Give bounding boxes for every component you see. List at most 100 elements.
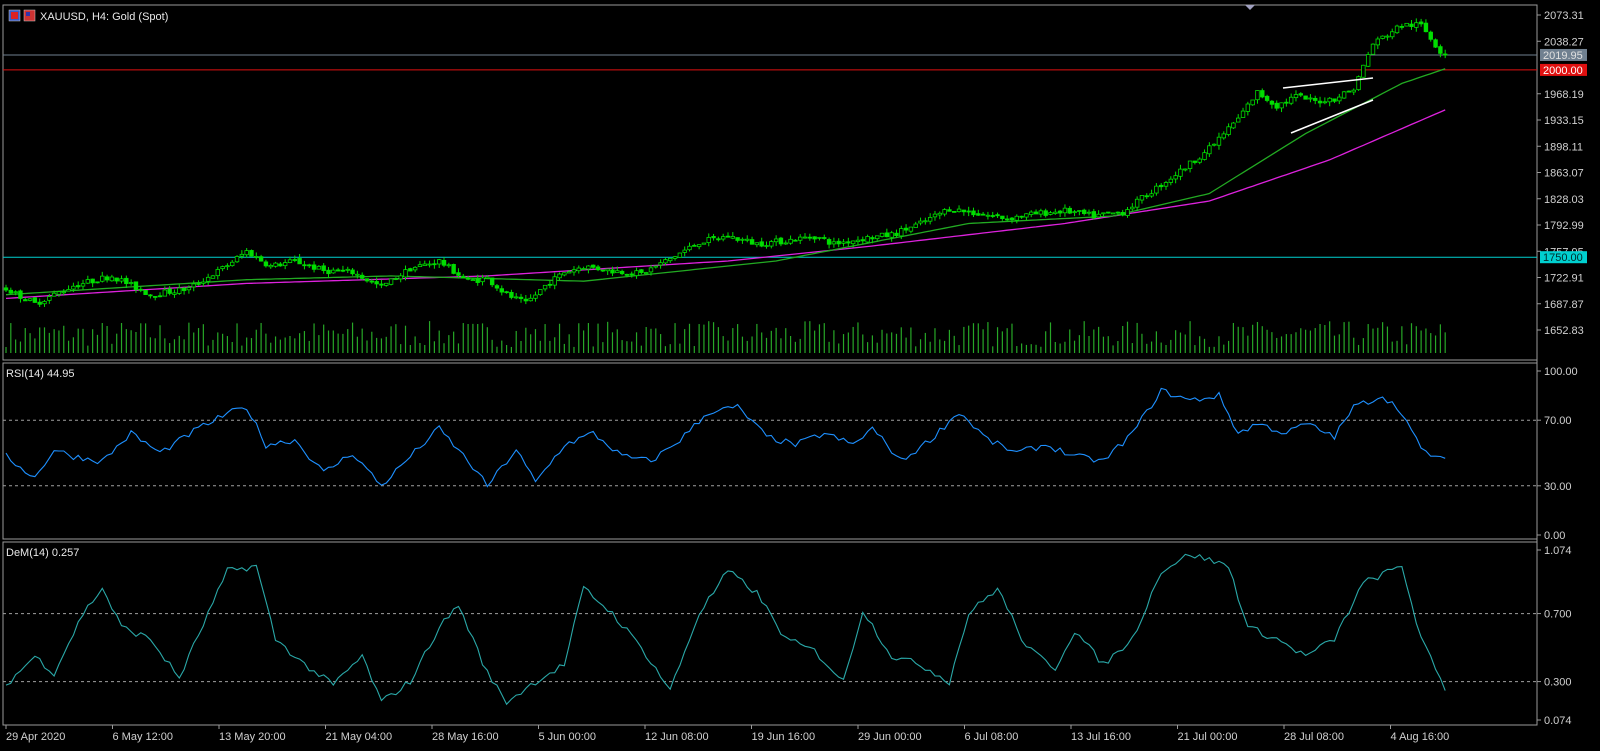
candle-body [518,296,524,299]
rsi-label: RSI(14) 44.95 [6,368,74,380]
candle-body [783,242,788,245]
price-axis-label: 1722.91 [1544,273,1584,285]
x-axis-label: 29 Jun 00:00 [858,731,922,743]
candle-body [1322,101,1328,104]
candle-body [1101,212,1106,215]
candle-body [696,244,702,248]
candle-body [191,283,196,288]
candle-body [1380,35,1385,39]
candle-body [1390,31,1395,38]
candle-body [1346,90,1352,93]
dem-panel-frame [2,541,1538,726]
price-axis-label: 1898.11 [1544,141,1583,153]
candle-body [1370,43,1376,55]
candle-body [932,213,938,218]
candle-body [1178,168,1183,177]
candle-body [268,264,273,268]
price-axis-label: 1792.99 [1544,220,1584,232]
candle-body [745,238,750,241]
candle-body [153,296,158,298]
candle-body [985,214,991,217]
candle-body [1033,211,1039,215]
candle-body [879,232,885,237]
chart-canvas[interactable]: XAUUSD, H4: Gold (Spot) 2073.31 2038.27 19… [0,0,1600,746]
candle-body [1053,211,1058,214]
candle-body [687,245,692,251]
x-axis-label: 6 Jul 08:00 [965,731,1019,743]
candle-body [855,239,861,243]
candle-body [639,269,644,273]
candle-body [1423,22,1429,33]
candle-body [1399,26,1405,28]
candle-body [302,264,307,267]
candle-body [51,292,57,297]
candle-body [441,259,447,266]
candle-body [499,288,504,293]
candle-body [1202,152,1207,160]
candle-body [562,272,567,276]
candle-body [716,238,721,241]
candle-body [489,277,495,286]
price-axis-label: 1828.03 [1544,194,1584,206]
candle-body [359,274,365,279]
candle-body [273,262,278,267]
candle-body [436,259,442,265]
candle-body [27,298,33,301]
candle-body [417,264,423,267]
candle-body [1385,35,1390,38]
candle-body [961,209,967,213]
candle-body [735,237,740,241]
candle-body [71,285,76,290]
candle-body [542,284,548,290]
candle-body [456,272,461,276]
candle-body [100,275,105,282]
candle-body [619,270,625,275]
candle-body [307,264,312,267]
candle-body [326,269,331,275]
candle-body [566,271,572,274]
candle-body [1226,126,1231,135]
candle-body [1014,215,1019,221]
candle-body [254,256,259,258]
candle-body [1269,100,1275,105]
candle-body [1221,133,1226,139]
candle-body [1332,98,1337,102]
candle-body [942,209,947,215]
dem-label: DeM(14) 0.257 [6,547,79,559]
candle-body [422,263,427,266]
candle-body [470,279,476,282]
candle-body [220,266,225,270]
candle-body [1173,175,1178,180]
candle-body [1077,210,1082,212]
candle-body [523,298,529,302]
candle-body [884,232,890,238]
candle-body [128,282,134,284]
candle-body [966,210,971,213]
candle-body [1043,210,1048,216]
candle-body [1197,158,1202,163]
candle-body [952,210,957,213]
candle-body [61,291,66,294]
candle-body [239,253,245,257]
dem-axis-label: 0.074 [1544,715,1572,727]
candle-body [1404,22,1409,27]
candle-body [576,267,581,272]
candle-body [1067,207,1072,214]
candle-body [1130,206,1135,210]
candle-body [37,301,42,305]
candle-body [812,236,817,240]
candle-body [918,220,923,224]
candle-body [56,291,62,295]
candle-body [1438,46,1443,54]
candle-body [1057,210,1063,214]
candle-body [927,217,933,222]
candle-body [990,215,995,217]
candle-body [230,261,235,267]
candle-body [32,297,38,303]
candle-body [875,235,880,240]
candle-body [538,289,543,295]
candle-body [162,289,168,297]
candle-body [47,296,52,301]
candle-body [923,220,928,223]
candle-body [610,269,615,274]
